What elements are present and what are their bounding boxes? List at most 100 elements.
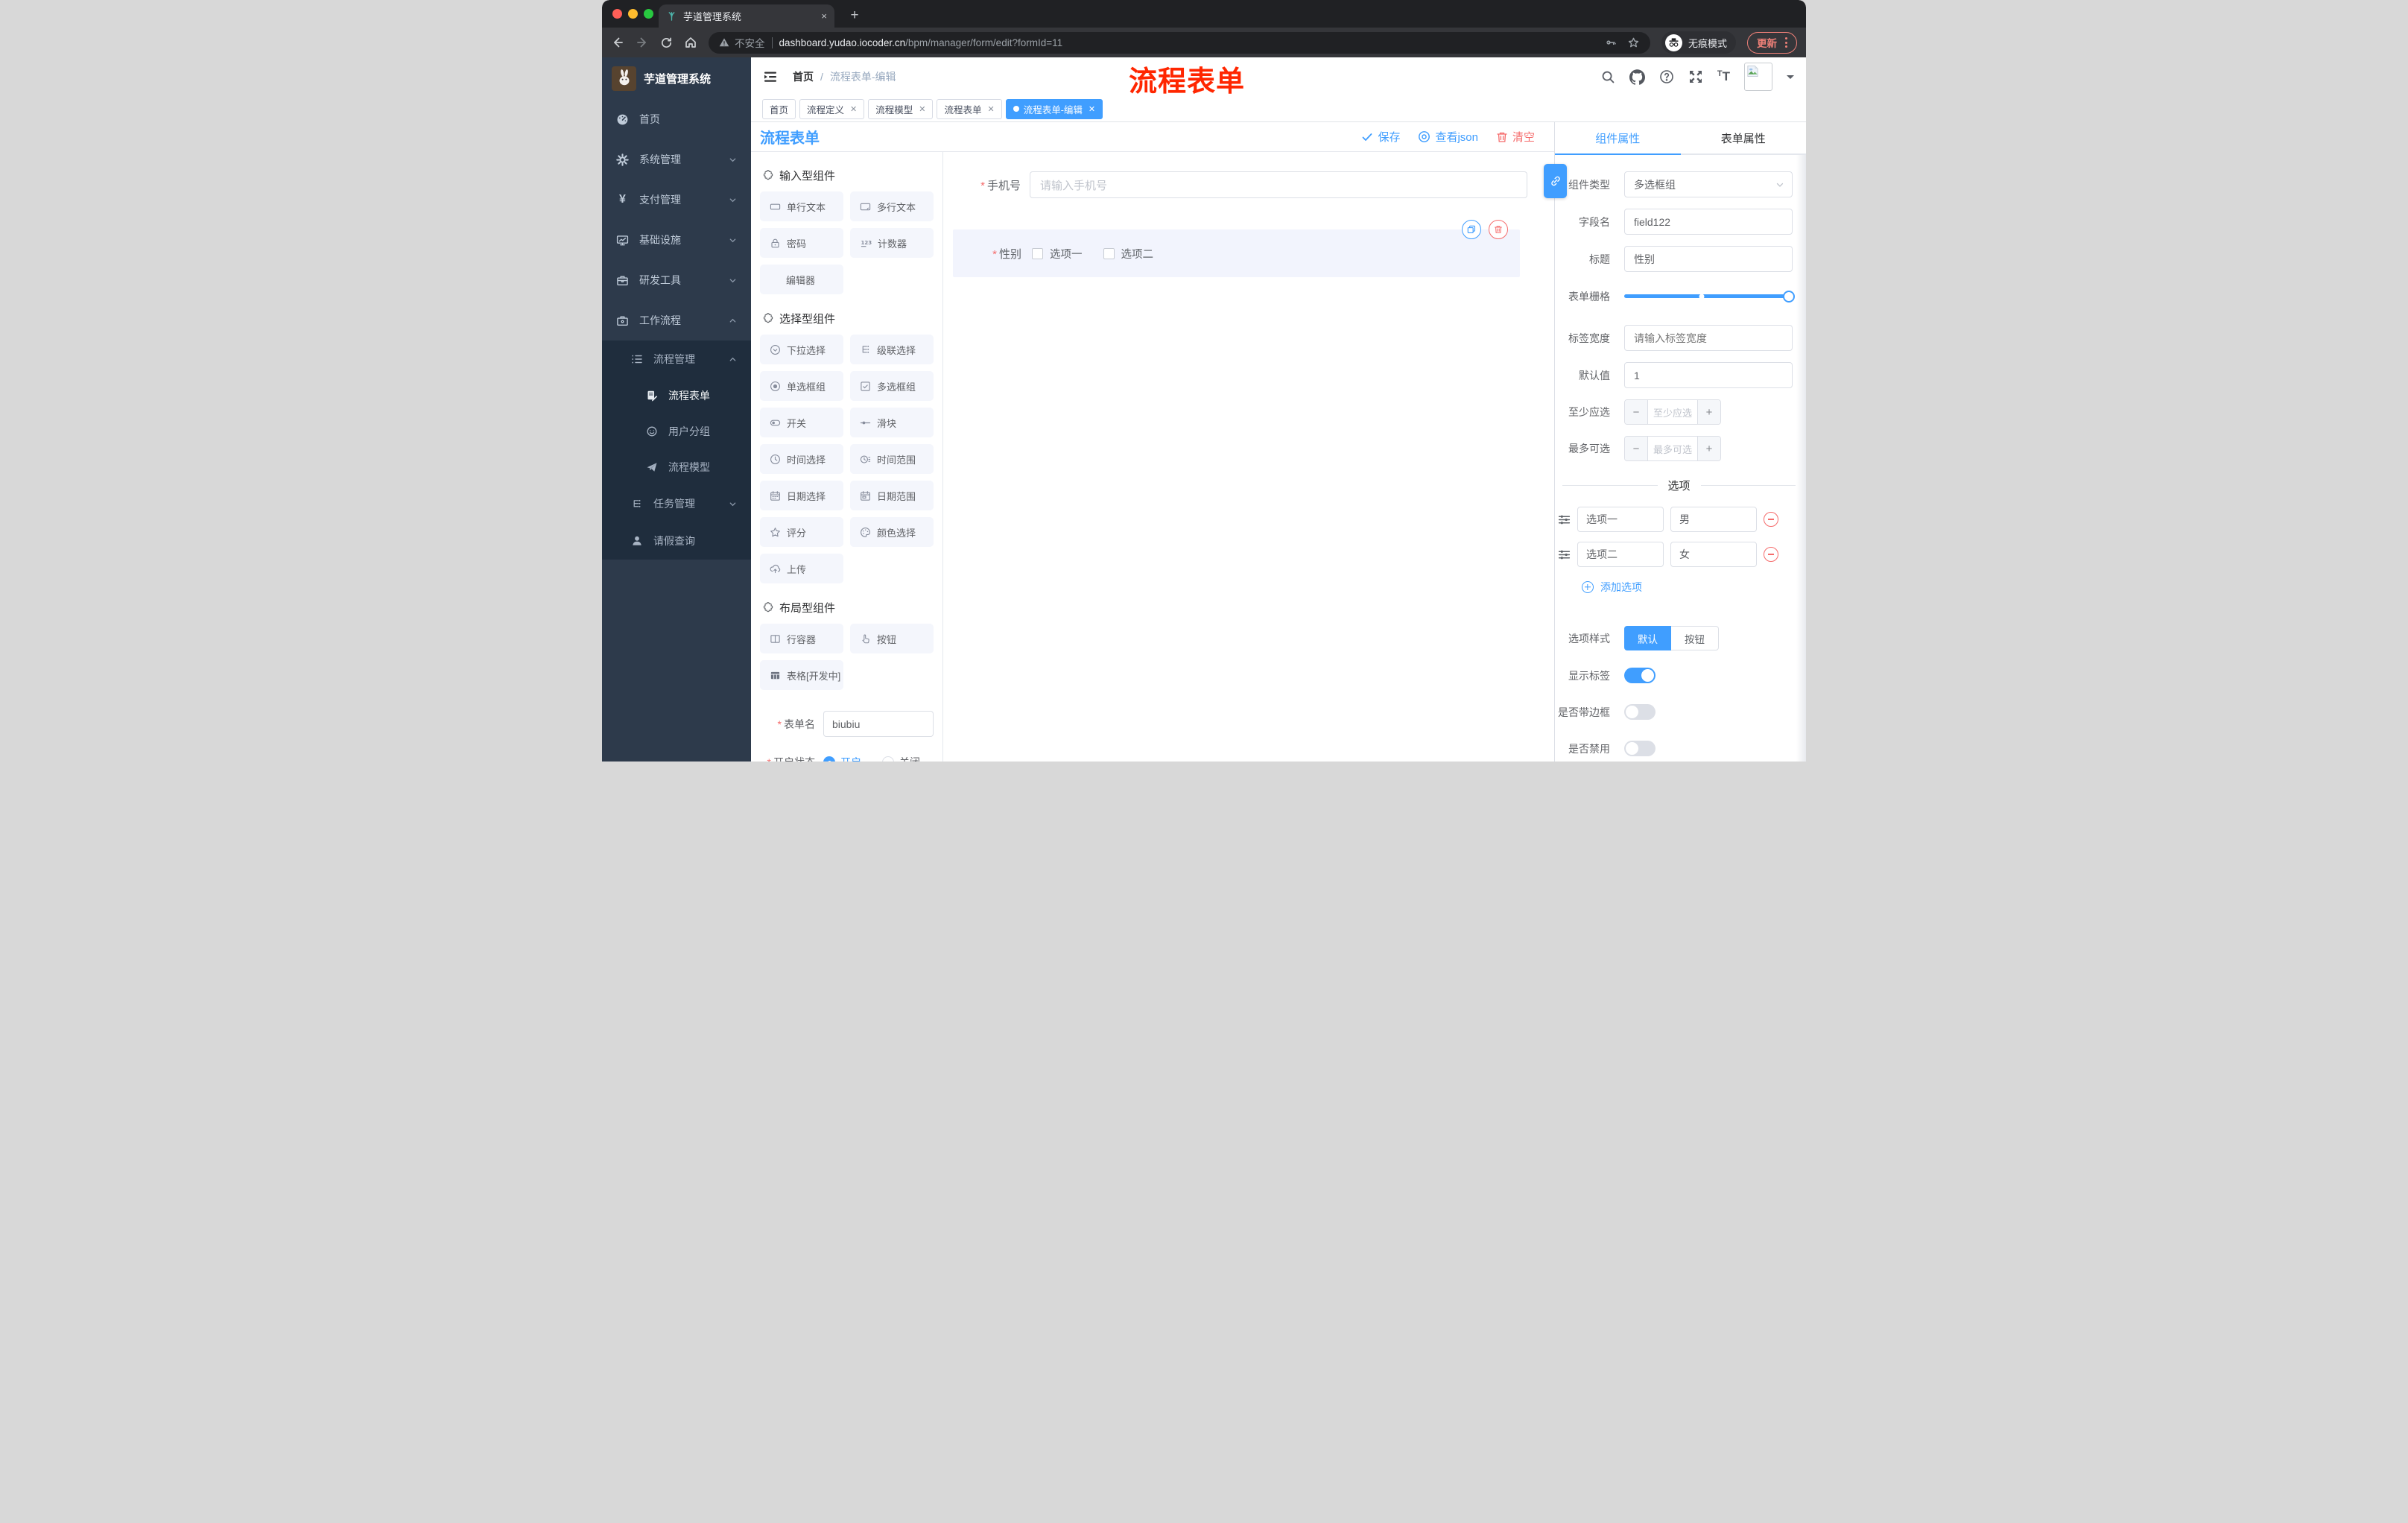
- tab-form-props[interactable]: 表单属性: [1680, 122, 1806, 155]
- drag-handle-icon[interactable]: [1558, 548, 1571, 561]
- avatar-dropdown-caret[interactable]: [1787, 75, 1794, 83]
- bookmark-star-icon[interactable]: [1627, 37, 1640, 49]
- min-select-placeholder[interactable]: 至少应选: [1648, 400, 1697, 424]
- gender-field-row[interactable]: * 性别 选项一 选项二: [953, 229, 1520, 277]
- label-width-input[interactable]: [1624, 325, 1793, 351]
- component-chip-table[interactable]: 表格[开发中]: [760, 660, 843, 690]
- component-chip-time-picker[interactable]: 时间选择: [760, 444, 843, 474]
- sidebar-item-user-group[interactable]: 用户分组: [602, 414, 751, 449]
- help-icon[interactable]: [1659, 69, 1674, 84]
- option-name-input[interactable]: [1577, 542, 1664, 567]
- drag-handle-icon[interactable]: [1558, 513, 1571, 526]
- option-name-input[interactable]: [1577, 507, 1664, 532]
- remove-option-button[interactable]: [1764, 512, 1778, 527]
- disabled-toggle[interactable]: [1624, 741, 1656, 756]
- url-bar[interactable]: 不安全 dashboard.yudao.iocoder.cn/bpm/manag…: [709, 31, 1650, 54]
- avatar[interactable]: [1744, 63, 1772, 91]
- stepper-increase-button[interactable]: +: [1697, 437, 1720, 460]
- style-button-button[interactable]: 按钮: [1671, 626, 1719, 650]
- app-logo[interactable]: 芋道管理系统: [602, 57, 751, 99]
- new-tab-button[interactable]: +: [845, 6, 864, 25]
- security-warning[interactable]: 不安全: [719, 35, 765, 50]
- view-json-button[interactable]: 查看json: [1418, 129, 1478, 145]
- sidebar-item-process-mgmt[interactable]: 流程管理: [602, 341, 751, 378]
- option-value-input[interactable]: [1670, 507, 1757, 532]
- browser-update-button[interactable]: 更新: [1747, 31, 1797, 54]
- component-chip-date-range[interactable]: 日期范围: [850, 481, 934, 510]
- component-chip-cascader[interactable]: 级联选择: [850, 335, 934, 364]
- tag-home[interactable]: 首页: [762, 98, 796, 119]
- component-chip-row-container[interactable]: 行容器: [760, 624, 843, 653]
- component-chip-multi-text[interactable]: 多行文本: [850, 191, 934, 221]
- component-chip-button[interactable]: 按钮: [850, 624, 934, 653]
- tag-process-model[interactable]: 流程模型 ✕: [868, 98, 934, 119]
- add-option-button[interactable]: 添加选项: [1582, 580, 1806, 595]
- stepper-decrease-button[interactable]: −: [1625, 437, 1648, 460]
- forward-icon[interactable]: [636, 36, 649, 49]
- close-window-button[interactable]: [612, 9, 622, 19]
- style-default-button[interactable]: 默认: [1624, 626, 1671, 650]
- component-type-select[interactable]: [1624, 171, 1793, 197]
- component-chip-checkbox-group[interactable]: 多选框组: [850, 371, 934, 401]
- default-value-input[interactable]: [1624, 362, 1793, 388]
- selected-component-wrapper[interactable]: * 性别 选项一 选项二: [953, 220, 1520, 277]
- sidebar-collapse-icon[interactable]: [763, 69, 778, 84]
- font-size-icon[interactable]: TT: [1717, 69, 1730, 84]
- fullscreen-icon[interactable]: [1688, 69, 1703, 84]
- sidebar-item-process-model[interactable]: 流程模型: [602, 449, 751, 485]
- component-chip-switch[interactable]: 开关: [760, 408, 843, 437]
- search-icon[interactable]: [1601, 70, 1615, 84]
- tab-close-icon[interactable]: ×: [821, 10, 827, 22]
- sidebar-item-workflow[interactable]: 工作流程: [602, 300, 751, 341]
- tab-component-props[interactable]: 组件属性: [1555, 122, 1681, 155]
- browser-tab[interactable]: 芋道管理系统 ×: [659, 4, 834, 28]
- sidebar-item-task-mgmt[interactable]: 任务管理: [602, 485, 751, 522]
- tag-close-icon[interactable]: ✕: [988, 104, 995, 114]
- sidebar-item-system[interactable]: 系统管理: [602, 139, 751, 180]
- component-chip-date-picker[interactable]: 日期选择: [760, 481, 843, 510]
- field-name-input[interactable]: [1624, 209, 1793, 235]
- phone-field-row[interactable]: * 手机号 请输入手机号: [943, 171, 1527, 198]
- tag-process-form[interactable]: 流程表单 ✕: [937, 98, 1002, 119]
- component-chip-single-text[interactable]: 单行文本: [760, 191, 843, 221]
- remove-option-button[interactable]: [1764, 547, 1778, 562]
- key-icon[interactable]: [1605, 37, 1617, 48]
- delete-component-button[interactable]: [1489, 220, 1508, 239]
- affix-link-tab[interactable]: [1544, 164, 1567, 198]
- border-toggle[interactable]: [1624, 704, 1656, 720]
- max-select-placeholder[interactable]: 最多可选: [1648, 437, 1697, 460]
- tag-close-icon[interactable]: ✕: [850, 104, 857, 114]
- component-type-value[interactable]: [1624, 171, 1793, 197]
- component-chip-upload[interactable]: 上传: [760, 554, 843, 583]
- duplicate-component-button[interactable]: [1462, 220, 1481, 239]
- save-button[interactable]: 保存: [1361, 129, 1400, 145]
- form-grid-slider[interactable]: [1624, 283, 1795, 309]
- sidebar-item-payment[interactable]: ¥ 支付管理: [602, 180, 751, 220]
- sidebar-item-infrastructure[interactable]: 基础设施: [602, 220, 751, 260]
- form-name-input[interactable]: [823, 711, 934, 737]
- stepper-decrease-button[interactable]: −: [1625, 400, 1648, 424]
- tag-close-icon[interactable]: ✕: [919, 104, 925, 114]
- form-canvas[interactable]: * 手机号 请输入手机号 * 性别 选项一 选项二: [943, 152, 1554, 762]
- status-radio-off[interactable]: 关闭: [882, 755, 920, 762]
- component-chip-color-picker[interactable]: 颜色选择: [850, 517, 934, 547]
- gender-checkbox-option1[interactable]: 选项一: [1032, 246, 1083, 262]
- component-chip-slider[interactable]: 滑块: [850, 408, 934, 437]
- status-radio-on[interactable]: 开启: [823, 755, 861, 762]
- sidebar-item-process-form[interactable]: 流程表单: [602, 378, 751, 414]
- zoom-window-button[interactable]: [644, 9, 653, 19]
- clear-button[interactable]: 清空: [1496, 129, 1535, 145]
- tag-close-icon[interactable]: ✕: [1089, 104, 1095, 114]
- stepper-increase-button[interactable]: +: [1697, 400, 1720, 424]
- component-chip-counter[interactable]: 123 计数器: [850, 228, 934, 258]
- breadcrumb-home[interactable]: 首页: [793, 69, 814, 84]
- browser-menu-icon[interactable]: [1785, 37, 1787, 48]
- component-chip-password[interactable]: 密码: [760, 228, 843, 258]
- component-chip-editor[interactable]: 编辑器: [760, 265, 843, 294]
- github-icon[interactable]: [1629, 69, 1645, 85]
- option-value-input[interactable]: [1670, 542, 1757, 567]
- component-chip-time-range[interactable]: 时间范围: [850, 444, 934, 474]
- slider-handle[interactable]: [1783, 290, 1795, 303]
- component-chip-radio-group[interactable]: 单选框组: [760, 371, 843, 401]
- title-input[interactable]: [1624, 246, 1793, 272]
